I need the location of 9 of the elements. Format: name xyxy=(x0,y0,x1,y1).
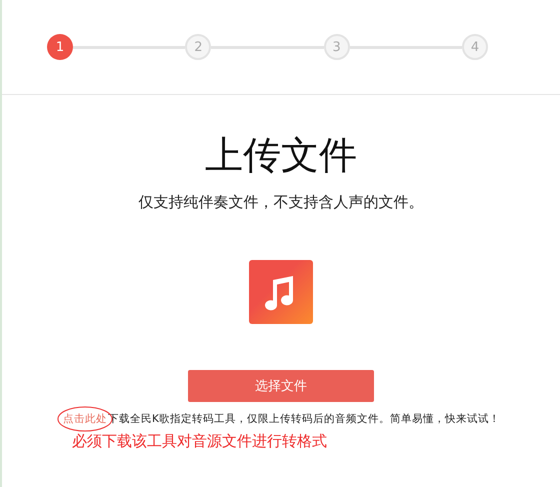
step-number: 4 xyxy=(462,34,488,60)
annotation-text: 必须下载该工具对音源文件进行转格式 xyxy=(72,432,327,451)
step-number: 3 xyxy=(324,34,350,60)
step-number: 2 xyxy=(185,34,212,60)
step-number: 1 xyxy=(47,34,73,60)
music-note-icon xyxy=(249,260,313,324)
page-title: 上传文件 xyxy=(205,133,357,177)
subtitle: 仅支持纯伴奏文件，不支持含人声的文件。 xyxy=(138,193,424,212)
choose-file-button[interactable]: 选择文件 xyxy=(188,370,374,402)
